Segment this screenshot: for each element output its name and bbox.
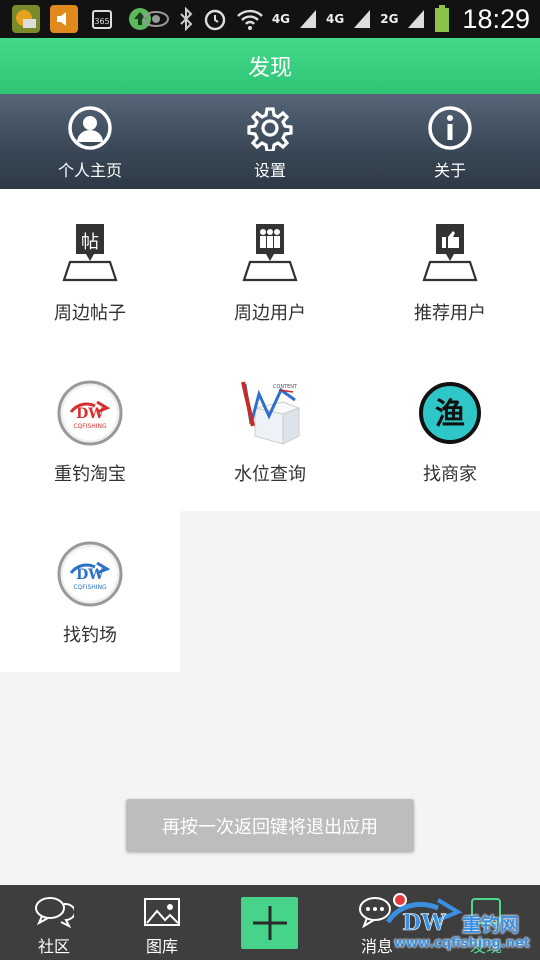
add-post-button[interactable] [241,897,298,949]
notification-icons: 365 [12,5,154,33]
grid-item-nearby-users[interactable]: 周边用户 [180,189,360,350]
svg-text:CQFISHING: CQFISHING [73,423,107,430]
chat-bubbles-icon [35,897,74,929]
grid-item-find-fishing-spot[interactable]: DW CQFISHING 找钓场 [0,511,180,672]
network-type-label: 4G [271,12,291,26]
grid-item-label: 找商家 [423,464,477,485]
grid-item-nearby-posts[interactable]: 帖 周边帖子 [0,189,180,350]
tab-gallery[interactable]: 图库 [108,885,216,960]
unread-badge [393,893,407,907]
signal-icon [408,10,425,28]
system-status: 4G 4G 2G 18:29 [142,0,530,38]
cqfishing-logo-icon: DW CQFISHING [57,541,123,607]
info-icon [428,106,472,150]
cqfishing-logo-icon: DW CQFISHING [57,380,123,446]
tab-messages-label: 消息 [360,937,393,956]
gear-icon [247,107,293,151]
grid-item-water-level[interactable]: CONTENT 水位查询 [180,350,360,511]
nav-settings-label: 设置 [253,161,286,180]
svg-text:CONTENT: CONTENT [273,384,298,390]
signal-icon [354,10,371,28]
grid-item-label: 水位查询 [234,464,306,485]
svg-text:DW: DW [76,567,104,583]
fish-merchant-icon: 渔 [419,382,481,444]
grid-item-label: 周边帖子 [54,303,126,324]
grid-item-find-merchant[interactable]: 渔 找商家 [360,350,540,511]
tab-community[interactable]: 社区 [0,885,108,960]
grid-item-label: 重钓淘宝 [54,464,126,485]
signal-icon [300,10,317,28]
svg-text:DW: DW [76,406,104,422]
svg-text:帖: 帖 [81,232,99,253]
nav-profile-label: 个人主页 [57,161,122,180]
top-nav: 个人主页 设置 关于 [0,94,540,189]
svg-text:365: 365 [94,17,109,26]
grid-item-recommend-users[interactable]: 推荐用户 [360,189,540,350]
grid-item-cq-taobao[interactable]: DW CQFISHING 重钓淘宝 [0,350,180,511]
clock: 18:29 [462,3,530,34]
tab-messages[interactable]: 消息 [323,885,431,960]
grid-item-label: 推荐用户 [414,303,486,324]
status-bar: 365 4G 4G 2G 18:29 [0,0,540,38]
nav-profile[interactable]: 个人主页 [0,94,180,189]
svg-text:CQFISHING: CQFISHING [73,584,107,591]
nav-about[interactable]: 关于 [360,94,540,189]
plus-icon [252,906,287,940]
bluetooth-icon [180,7,193,31]
nav-about-label: 关于 [433,161,466,180]
tab-gallery-label: 图库 [145,937,178,956]
tab-discover-label: 发现 [469,937,502,956]
nearby-posts-icon: 帖 [62,224,118,282]
water-level-chart-icon: CONTENT [241,381,301,445]
eye-icon [142,11,169,27]
nearby-users-icon [242,224,298,282]
discover-icon [471,898,501,924]
battery-icon [435,5,450,32]
network-type-label: 4G [326,12,345,26]
grid-item-label: 找钓场 [63,625,117,646]
tab-community-label: 社区 [37,937,70,956]
bottom-nav: 社区 图库 消息 发现 [0,885,540,960]
image-icon [144,898,180,926]
calendar-icon: 365 [88,5,116,33]
page-title: 发现 [247,56,292,81]
sound-notification-icon [50,5,78,33]
wifi-icon [236,9,263,30]
grid-item-label: 周边用户 [234,303,306,324]
alarm-icon [204,9,226,31]
network-type-label: 2G [380,12,399,26]
merchant-char: 渔 [435,397,465,432]
tab-discover[interactable]: 发现 [432,885,540,960]
person-circle-icon [68,106,112,150]
nav-settings[interactable]: 设置 [180,94,360,189]
title-bar: 发现 [0,38,540,94]
recommend-users-icon [422,224,478,282]
app-notification-icon [12,5,40,33]
exit-toast: 再按一次返回键将退出应用 [126,799,414,852]
message-icon [359,897,391,929]
